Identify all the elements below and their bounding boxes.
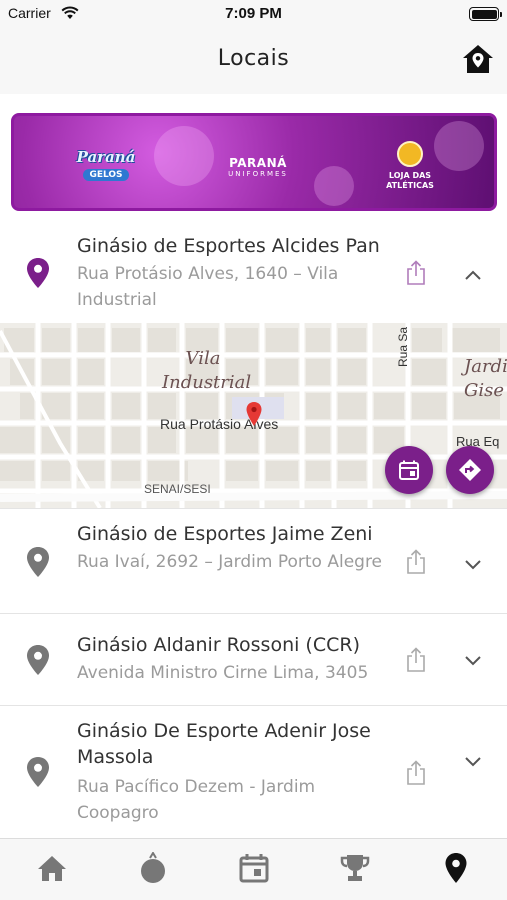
- location-address: Rua Pacífico Dezem - Jardim Coopagro: [77, 777, 316, 823]
- home-icon: [38, 856, 66, 881]
- location-address: Rua Protásio Alves, 1640 – Vila Industri…: [77, 264, 339, 310]
- directions-icon: [459, 459, 481, 481]
- map-marker-icon: [246, 402, 262, 426]
- location-address: Avenida Ministro Cirne Lima, 3405: [77, 663, 369, 683]
- home-pin-icon[interactable]: [461, 43, 495, 75]
- map-poi-label: SENAI/SESI: [144, 482, 211, 496]
- share-icon[interactable]: [405, 760, 427, 786]
- map-district-label: Jardim Gise: [464, 356, 507, 401]
- navigation-bar: Locais: [0, 28, 507, 94]
- sponsor-banner[interactable]: Paraná GELOS PARANÁ UNIFORMES LOJA DAS A…: [11, 113, 497, 211]
- chevron-down-icon[interactable]: [463, 653, 483, 667]
- banner-bokeh: [154, 126, 214, 186]
- parana-uniformes-logo: PARANÁ UNIFORMES: [228, 156, 288, 178]
- battery-icon: [469, 7, 502, 21]
- banner-bokeh: [314, 166, 354, 206]
- map-district-label: Vila Industrial: [162, 348, 252, 393]
- location-pin-icon: [27, 757, 49, 787]
- tab-bar: [0, 838, 507, 900]
- share-icon[interactable]: [405, 549, 427, 575]
- location-name: Ginásio De Esporte Adenir Jose Massola: [77, 720, 371, 768]
- location-pin-icon: [445, 853, 467, 883]
- page-title: Locais: [217, 46, 290, 71]
- clock: 7:09 PM: [225, 5, 282, 22]
- location-pin-icon: [27, 645, 49, 675]
- calendar-icon: [399, 460, 419, 480]
- location-item[interactable]: Ginásio de Esportes Jaime Zeni Rua Ivaí,…: [0, 509, 507, 613]
- chevron-down-icon[interactable]: [463, 754, 483, 768]
- location-pin-icon: [27, 258, 49, 288]
- location-item[interactable]: Ginásio Aldanir Rossoni (CCR) Avenida Mi…: [0, 614, 507, 705]
- tab-locations[interactable]: [439, 851, 473, 885]
- location-address: Rua Ivaí, 2692 – Jardim Porto Alegre: [77, 552, 383, 572]
- status-bar: Carrier 7:09 PM: [0, 0, 507, 28]
- location-name: Ginásio de Esportes Alcides Pan: [77, 235, 380, 257]
- add-to-calendar-button[interactable]: [385, 446, 433, 494]
- location-name: Ginásio de Esportes Jaime Zeni: [77, 523, 373, 545]
- parana-gelos-logo: Paraná GELOS: [76, 147, 136, 181]
- loja-das-atleticas-logo: LOJA DAS ATLÉTICAS: [374, 138, 446, 194]
- ball-icon: [141, 852, 165, 883]
- trophy-emblem-icon: [397, 141, 423, 167]
- chevron-down-icon[interactable]: [463, 557, 483, 571]
- tab-trophies[interactable]: [338, 851, 372, 885]
- tab-home[interactable]: [35, 851, 69, 885]
- location-item[interactable]: Ginásio De Esporte Adenir Jose Massola R…: [0, 706, 507, 838]
- share-icon[interactable]: [405, 260, 427, 286]
- location-name: Ginásio Aldanir Rossoni (CCR): [77, 634, 360, 656]
- tab-calendar[interactable]: [237, 851, 271, 885]
- trophy-icon: [340, 855, 370, 881]
- location-map[interactable]: Vila Industrial Jardim Gise Rua Protásio…: [0, 323, 507, 508]
- location-pin-icon: [27, 547, 49, 577]
- chevron-up-icon[interactable]: [463, 268, 483, 282]
- tab-sports[interactable]: [136, 851, 170, 885]
- calendar-icon: [239, 854, 269, 883]
- share-icon[interactable]: [405, 647, 427, 673]
- location-item[interactable]: Ginásio de Esportes Alcides Pan Rua Prot…: [0, 222, 507, 323]
- directions-button[interactable]: [446, 446, 494, 494]
- map-street-label: Rua Sa: [396, 326, 410, 367]
